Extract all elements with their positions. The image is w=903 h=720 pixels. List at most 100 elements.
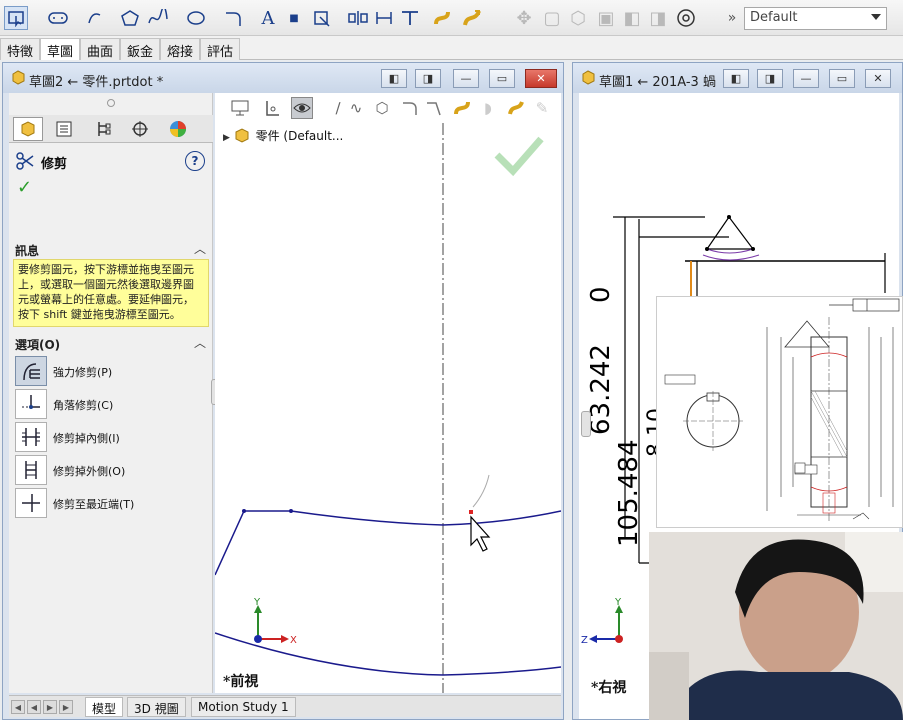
slot-icon[interactable]	[46, 6, 70, 30]
display-manager-tab-icon[interactable]	[163, 117, 193, 141]
options-section-header[interactable]: 選項(O)	[15, 336, 60, 353]
graphics-area-front[interactable]: ∕ ∿ ⬡ ◗ ✎ ▶ 零件 (Default... Y X *前視	[215, 93, 561, 693]
trim-closest-icon	[15, 488, 47, 518]
tab-features[interactable]: 特徵	[0, 38, 41, 60]
chevron-down-icon	[871, 14, 881, 20]
box-icon[interactable]: ▢	[540, 6, 564, 30]
sketch-profile[interactable]	[215, 510, 561, 576]
tile-left-button[interactable]: ◧	[723, 69, 749, 88]
presenter-video	[649, 532, 903, 720]
configuration-select[interactable]: Default	[744, 7, 887, 30]
spline-icon[interactable]	[146, 6, 170, 30]
tooth-profile	[702, 254, 760, 261]
panel-resize-grip[interactable]	[581, 411, 591, 437]
property-manager-tab-icon[interactable]	[49, 117, 79, 141]
panel-grip[interactable]	[107, 99, 115, 107]
trim-outside-icon	[15, 455, 47, 485]
tile-left-button[interactable]: ◧	[381, 69, 407, 88]
option-label: 角落修剪(C)	[53, 399, 114, 412]
close-button[interactable]: ✕	[865, 69, 891, 88]
window-title: 草圖2 ← 零件.prtdot *	[29, 75, 164, 90]
trim-icon[interactable]	[398, 6, 422, 30]
datum-box	[794, 462, 806, 474]
trim-inside-icon	[15, 422, 47, 452]
ok-check-icon[interactable]: ✓	[17, 177, 32, 198]
prev-tab-arrow-icon[interactable]: ◀	[27, 700, 41, 714]
command-toolbar: A ■ ✥ ▢ ⬡ ▣ ◧ ◨ » Default	[0, 0, 903, 36]
surface-finish-symbol	[852, 512, 870, 520]
tolerance-frame	[852, 298, 900, 312]
tile-right-button[interactable]: ◨	[415, 69, 441, 88]
option-label: 修剪掉內側(I)	[53, 432, 120, 445]
tab-weldments[interactable]: 熔接	[160, 38, 201, 60]
window-titlebar[interactable]: 草圖1 ← 201A-3 蝸 ◧ ◨ — ▭ ✕	[573, 63, 902, 93]
dimension-value-105[interactable]: 105.484	[614, 439, 644, 547]
document-window-left: 草圖2 ← 零件.prtdot * ◧ ◨ — ▭ ✕ 修剪 ? ✓ 訊息 ︿ …	[2, 62, 564, 720]
restore-button[interactable]: ▭	[489, 69, 515, 88]
first-tab-arrow-icon[interactable]: ◀	[11, 700, 25, 714]
shell-icon[interactable]: ◨	[646, 6, 670, 30]
ellipse-icon[interactable]	[184, 6, 208, 30]
tile-right-button[interactable]: ◨	[757, 69, 783, 88]
move-icon[interactable]: ✥	[512, 6, 536, 30]
option-corner-trim[interactable]: 角落修剪(C)	[15, 389, 211, 419]
sketch-point	[751, 247, 755, 251]
point-icon[interactable]: ■	[282, 6, 306, 30]
manager-tabs	[9, 115, 213, 143]
polygon-icon[interactable]	[118, 6, 142, 30]
sketch-point[interactable]	[242, 509, 246, 513]
close-button[interactable]: ✕	[525, 69, 557, 88]
confirm-check-icon[interactable]	[494, 136, 544, 177]
origin-icon	[615, 635, 623, 643]
window-titlebar[interactable]: 草圖2 ← 零件.prtdot * ◧ ◨ — ▭ ✕	[3, 63, 563, 93]
circle-target-icon[interactable]	[674, 6, 698, 30]
text-icon[interactable]: A	[256, 6, 280, 30]
next-tab-arrow-icon[interactable]: ▶	[43, 700, 57, 714]
option-trim-closest[interactable]: 修剪至最近端(T)	[15, 488, 211, 518]
sketch-point[interactable]	[289, 509, 293, 513]
webcam-overlay	[649, 532, 903, 720]
fillet-icon[interactable]	[222, 6, 246, 30]
convert-entities-icon[interactable]	[310, 6, 334, 30]
tooth-tip	[784, 320, 830, 348]
dimension-value-0[interactable]: 0	[586, 286, 616, 303]
arc-icon[interactable]	[84, 6, 108, 30]
tab-sheet-metal[interactable]: 鈑金	[120, 38, 161, 60]
option-trim-outside[interactable]: 修剪掉外側(O)	[15, 455, 211, 485]
last-tab-arrow-icon[interactable]: ▶	[59, 700, 73, 714]
x-arrow-icon	[281, 635, 289, 643]
collapse-message-icon[interactable]: ︿	[194, 240, 206, 257]
configuration-manager-tab-icon[interactable]	[89, 117, 119, 141]
mirror-icon[interactable]	[346, 6, 370, 30]
cube-icon[interactable]: ⬡	[566, 6, 590, 30]
tab-motion-study[interactable]: Motion Study 1	[191, 697, 296, 717]
option-power-trim[interactable]: 強力修剪(P)	[15, 356, 211, 386]
select-icon[interactable]	[4, 6, 28, 30]
configuration-value: Default	[750, 10, 798, 25]
tab-surfaces[interactable]: 曲面	[80, 38, 121, 60]
command-manager-tabs: 特徵 草圖 曲面 鈑金 熔接 評估	[0, 36, 903, 60]
tab-evaluate[interactable]: 評估	[200, 38, 241, 60]
help-icon[interactable]: ?	[185, 151, 205, 171]
linear-pattern-icon[interactable]	[372, 6, 396, 30]
tab-3d-view[interactable]: 3D 視圖	[127, 697, 186, 717]
option-label: 修剪掉外側(O)	[53, 465, 126, 478]
extrude-icon[interactable]	[430, 6, 454, 30]
collapse-options-icon[interactable]: ︿	[194, 334, 206, 351]
dimxpert-tab-icon[interactable]	[125, 117, 155, 141]
option-label: 修剪至最近端(T)	[53, 498, 135, 511]
feature-manager-tab-icon[interactable]	[13, 117, 43, 141]
block-icon[interactable]: ▣	[594, 6, 618, 30]
overflow-icon[interactable]: »	[720, 6, 744, 30]
revolve-icon[interactable]	[460, 6, 484, 30]
tab-model[interactable]: 模型	[85, 697, 124, 717]
option-trim-inside[interactable]: 修剪掉內側(I)	[15, 422, 211, 452]
tab-sketch[interactable]: 草圖	[40, 38, 81, 60]
message-box: 要修剪圖元，按下游標並拖曳至圖元上，或選取一個圖元然後選取邊界圖元或螢幕上的任意…	[13, 259, 209, 327]
solid-icon[interactable]: ◧	[620, 6, 644, 30]
restore-button[interactable]: ▭	[829, 69, 855, 88]
trim-marker	[469, 510, 473, 514]
minimize-button[interactable]: —	[453, 69, 479, 88]
message-section-header[interactable]: 訊息	[15, 242, 39, 259]
minimize-button[interactable]: —	[793, 69, 819, 88]
